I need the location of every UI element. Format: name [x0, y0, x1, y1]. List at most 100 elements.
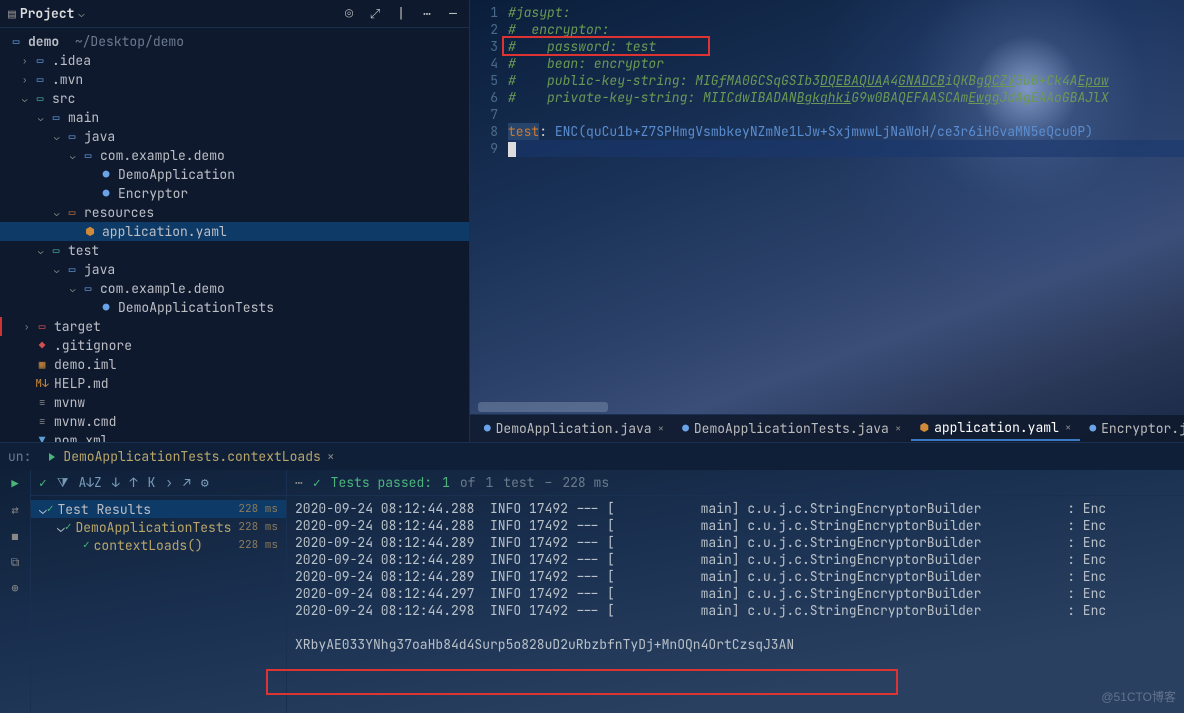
- tree-item-class2[interactable]: ●Encryptor: [0, 184, 469, 203]
- folder-icon: ▭: [32, 92, 48, 106]
- project-tree[interactable]: ▭demo ~/Desktop/demo ›▭.idea ›▭.mvn ⌄▭sr…: [0, 28, 469, 442]
- tree-item-mvnw[interactable]: ≡mvnw: [0, 393, 469, 412]
- chevron-down-icon[interactable]: ⌄: [39, 501, 47, 518]
- tree-item-idea[interactable]: ›▭.idea: [0, 51, 469, 70]
- tree-item-demoiml[interactable]: ▦demo.iml: [0, 355, 469, 374]
- toggle-icon[interactable]: ⇄: [11, 502, 18, 518]
- close-icon[interactable]: ×: [327, 448, 335, 465]
- code-text[interactable]: #jasypt: # encryptor: # password: test #…: [508, 0, 1184, 396]
- prev-icon[interactable]: K: [147, 474, 155, 491]
- chevron-right-icon[interactable]: ›: [24, 321, 34, 333]
- chevron-down-icon[interactable]: ⌄: [78, 7, 84, 20]
- chevron-down-icon[interactable]: ⌄: [54, 207, 64, 219]
- console-header: ⋯ ✓ Tests passed: 1 of 1 test – 228 ms: [287, 470, 1184, 496]
- tree-item-pkg[interactable]: ⌄▭com.example.demo: [0, 146, 469, 165]
- sort-icon[interactable]: A↓Z: [78, 474, 101, 491]
- tree-item-target[interactable]: ›▭target: [0, 317, 469, 336]
- chevron-down-icon[interactable]: ⌄: [70, 283, 80, 295]
- tab-demoapplication[interactable]: ●DemoApplication.java×: [476, 417, 672, 441]
- settings-icon[interactable]: ⚙: [201, 474, 209, 491]
- close-icon[interactable]: ×: [1065, 421, 1072, 435]
- log-line: 2020-09-24 08:12:44.297 INFO 17492 --- […: [295, 585, 1176, 602]
- chevron-right-icon[interactable]: ›: [22, 55, 32, 67]
- export-icon[interactable]: ↗: [183, 474, 191, 491]
- tree-root[interactable]: ▭demo ~/Desktop/demo: [0, 32, 469, 51]
- chevron-down-icon[interactable]: ⌄: [70, 150, 80, 162]
- chevron-down-icon[interactable]: ⌄: [38, 112, 48, 124]
- file-icon: ≡: [34, 396, 50, 410]
- code-area[interactable]: 123456789 #jasypt: # encryptor: # passwo…: [470, 0, 1184, 396]
- chevron-down-icon[interactable]: ⌄: [57, 519, 65, 536]
- test-method-row[interactable]: ✓contextLoads()228 ms: [31, 536, 286, 554]
- console-output[interactable]: 2020-09-24 08:12:44.288 INFO 17492 --- […: [287, 496, 1184, 713]
- rerun-icon[interactable]: ▶: [11, 476, 18, 492]
- folder-icon: ▭: [48, 111, 64, 125]
- tree-item-main[interactable]: ⌄▭main: [0, 108, 469, 127]
- gutter: 123456789: [470, 0, 508, 396]
- tab-demoapplicationtests[interactable]: ●DemoApplicationTests.java×: [674, 417, 909, 441]
- chevron-down-icon[interactable]: ⌄: [22, 93, 32, 105]
- settings-icon[interactable]: ⋯: [419, 5, 435, 22]
- tree-item-mvnwcmd[interactable]: ≡mvnw.cmd: [0, 412, 469, 431]
- stop-icon[interactable]: ◼: [11, 528, 18, 544]
- project-header: ▤ Project ⌄ ◎ ⤢ | ⋯ —: [0, 0, 469, 28]
- hide-icon[interactable]: —: [445, 5, 461, 22]
- tree-item-class3[interactable]: ●DemoApplicationTests: [0, 298, 469, 317]
- run-icon[interactable]: [49, 453, 55, 461]
- chevron-down-icon[interactable]: ⌄: [54, 264, 64, 276]
- close-icon[interactable]: ×: [895, 422, 902, 436]
- collapse-icon[interactable]: ↑: [130, 474, 138, 491]
- close-icon[interactable]: ×: [658, 422, 665, 436]
- test-toolbar: ✓ ⧩ A↓Z ↓ ↑ K › ↗ ⚙: [31, 470, 286, 496]
- log-line: 2020-09-24 08:12:44.289 INFO 17492 --- […: [295, 568, 1176, 585]
- frames-icon[interactable]: ⧉: [11, 554, 20, 570]
- test-tree[interactable]: ⌄✓Test Results228 ms ⌄✓DemoApplicationTe…: [31, 496, 286, 713]
- yaml-icon: ⬢: [82, 225, 98, 239]
- collapse-icon[interactable]: ⤢: [367, 5, 383, 22]
- project-title[interactable]: Project: [20, 5, 75, 22]
- tests-passed-label: Tests passed:: [331, 474, 432, 491]
- ok-icon: ✓: [47, 502, 54, 516]
- next-icon[interactable]: ›: [165, 474, 173, 491]
- log-line: 2020-09-24 08:12:44.288 INFO 17492 --- […: [295, 500, 1176, 517]
- pin-icon[interactable]: ⊕: [11, 580, 18, 596]
- tree-item-mvn[interactable]: ›▭.mvn: [0, 70, 469, 89]
- expand-icon[interactable]: ↓: [112, 474, 120, 491]
- tree-item-java[interactable]: ⌄▭java: [0, 127, 469, 146]
- chevron-right-icon[interactable]: ›: [22, 74, 32, 86]
- test-class-row[interactable]: ⌄✓DemoApplicationTests228 ms: [31, 518, 286, 536]
- class-icon: ●: [682, 422, 689, 436]
- divider-icon: |: [393, 5, 409, 22]
- run-config-name[interactable]: DemoApplicationTests.contextLoads: [63, 448, 320, 465]
- tree-item-appyaml[interactable]: ⬢application.yaml: [0, 222, 469, 241]
- ok-icon: ✓: [313, 474, 321, 491]
- filter-passed-icon[interactable]: ✓: [39, 474, 47, 491]
- tree-item-help[interactable]: M↓HELP.md: [0, 374, 469, 393]
- tree-item-src[interactable]: ⌄▭src: [0, 89, 469, 108]
- folder-icon: ▭: [48, 244, 64, 258]
- tree-item-class1[interactable]: ●DemoApplication: [0, 165, 469, 184]
- chevron-down-icon[interactable]: ⌄: [38, 245, 48, 257]
- test-results-root[interactable]: ⌄✓Test Results228 ms: [31, 500, 286, 518]
- folder-icon: ▭: [32, 73, 48, 87]
- ok-icon: ✓: [65, 520, 72, 534]
- tree-item-java2[interactable]: ⌄▭java: [0, 260, 469, 279]
- tree-item-pom[interactable]: ▼pom.xml: [0, 431, 469, 442]
- tree-item-pkg2[interactable]: ⌄▭com.example.demo: [0, 279, 469, 298]
- class-icon: ●: [1090, 422, 1097, 436]
- horizontal-scrollbar[interactable]: [478, 402, 608, 412]
- more-icon[interactable]: ⋯: [295, 474, 303, 491]
- target-icon[interactable]: ◎: [341, 5, 357, 22]
- filter-icon[interactable]: ⧩: [57, 474, 69, 491]
- class-icon: ●: [98, 187, 114, 201]
- tab-application-yaml[interactable]: ⬢application.yaml×: [911, 417, 1079, 441]
- tree-item-resources[interactable]: ⌄▭resources: [0, 203, 469, 222]
- tree-item-gitignore[interactable]: ◆.gitignore: [0, 336, 469, 355]
- tree-item-test[interactable]: ⌄▭test: [0, 241, 469, 260]
- tab-encryptor[interactable]: ●Encryptor.java×: [1082, 417, 1184, 441]
- chevron-down-icon[interactable]: ⌄: [54, 131, 64, 143]
- test-tree-panel: ✓ ⧩ A↓Z ↓ ↑ K › ↗ ⚙ ⌄✓Test Results228 ms…: [31, 470, 287, 713]
- folder-icon: ▭: [32, 54, 48, 68]
- folder-icon: ▭: [64, 263, 80, 277]
- yaml-icon: ⬢: [919, 421, 929, 435]
